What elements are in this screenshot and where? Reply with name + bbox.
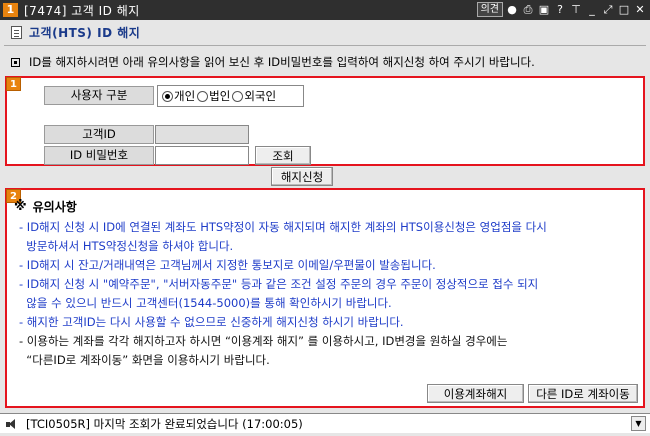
close-icon[interactable]: ✕ bbox=[633, 2, 647, 17]
password-field[interactable] bbox=[155, 146, 249, 165]
radio-foreigner-dot[interactable] bbox=[232, 90, 244, 102]
list-item: 않을 수 있으니 반드시 고객센터(1544-5000)를 통해 확인하시기 바… bbox=[19, 296, 392, 310]
radio-individual[interactable]: 개인 bbox=[162, 88, 195, 104]
radio-individual-label: 개인 bbox=[174, 89, 196, 103]
expand-icon[interactable]: ⤢ bbox=[601, 2, 615, 17]
record-icon[interactable]: ● bbox=[505, 2, 519, 17]
window-number-badge: 1 bbox=[3, 3, 18, 17]
status-bar: [TCI0505R] 마지막 조회가 완료되었습니다 (17:00:05) ▼ bbox=[0, 413, 650, 433]
monitor-icon[interactable]: ▣ bbox=[537, 2, 551, 17]
notes-list: - ID해지 신청 시 ID에 연결된 계좌도 HTS약정이 자동 해지되며 해… bbox=[19, 218, 639, 370]
section-1-badge: 1 bbox=[6, 77, 21, 91]
account-cancel-button[interactable]: 이용계좌해지 bbox=[427, 384, 524, 403]
window-controls: 의견 ● ⎙ ▣ ? ⊤ _ ⤢ □ ✕ bbox=[476, 2, 647, 17]
notes-heading: ※ 유의사항 bbox=[14, 198, 77, 215]
customer-id-label: 고객ID bbox=[44, 125, 154, 144]
list-item: “다른ID로 계좌이동” 화면을 이용하시기 바랍니다. bbox=[19, 353, 270, 367]
window-titlebar: 1 [7474] 고객 ID 해지 의견 ● ⎙ ▣ ? ⊤ _ ⤢ □ ✕ bbox=[0, 0, 650, 20]
radio-corporate-label: 법인 bbox=[209, 89, 231, 103]
apply-band: 해지신청 bbox=[5, 166, 645, 187]
list-item: - ID해지 시 잔고/거래내역은 고객님께서 지정한 통보지로 이메일/우편물… bbox=[19, 258, 436, 272]
minimize-icon[interactable]: _ bbox=[585, 2, 599, 17]
list-item: - ID해지 신청 시 "예약주문", "서버자동주문" 등과 같은 조건 설정… bbox=[19, 277, 539, 291]
page-header: 고객(HTS) ID 해지 bbox=[0, 20, 650, 44]
notes-title: 유의사항 bbox=[32, 200, 77, 214]
password-label: ID 비밀번호 bbox=[44, 146, 154, 165]
instruction-notice: ID를 해지하시려면 아래 유의사항을 읽어 보신 후 ID비밀번호를 입력하여… bbox=[0, 53, 650, 71]
reference-mark-icon: ※ bbox=[14, 199, 27, 214]
feedback-link[interactable]: 의견 bbox=[476, 2, 503, 17]
radio-corporate-dot[interactable] bbox=[197, 90, 209, 102]
help-icon[interactable]: ? bbox=[553, 2, 567, 17]
radio-corporate[interactable]: 법인 bbox=[197, 88, 230, 104]
list-item: - 해지한 고객ID는 다시 사용할 수 없으므로 신중하게 해지신청 하시기 … bbox=[19, 315, 404, 329]
status-dropdown-button[interactable]: ▼ bbox=[631, 416, 646, 431]
window-title: [7474] 고객 ID 해지 bbox=[24, 3, 140, 18]
list-item: - ID해지 신청 시 ID에 연결된 계좌도 HTS약정이 자동 해지되며 해… bbox=[19, 220, 547, 234]
list-item: 방문하셔서 HTS약정신청을 하셔야 합니다. bbox=[19, 239, 234, 253]
move-account-button[interactable]: 다른 ID로 계좌이동 bbox=[528, 384, 638, 403]
pin-icon[interactable]: ⊤ bbox=[569, 2, 583, 17]
instruction-text: ID를 해지하시려면 아래 유의사항을 읽어 보신 후 ID비밀번호를 입력하여… bbox=[29, 55, 535, 69]
input-section: 1 사용자 구분 개인 법인 외국인 고객ID ID 비밀번호 조회 bbox=[5, 76, 645, 166]
radio-foreigner-label: 외국인 bbox=[244, 89, 277, 103]
header-divider bbox=[4, 45, 646, 46]
bullet-square-icon bbox=[11, 57, 20, 67]
customer-id-field[interactable] bbox=[155, 125, 249, 144]
speaker-icon bbox=[6, 418, 20, 430]
user-type-radio-group: 개인 법인 외국인 bbox=[157, 85, 304, 107]
document-icon bbox=[11, 25, 22, 39]
print-icon[interactable]: ⎙ bbox=[521, 2, 535, 17]
notes-section: 2 ※ 유의사항 - ID해지 신청 시 ID에 연결된 계좌도 HTS약정이 … bbox=[5, 188, 645, 408]
apply-cancel-button[interactable]: 해지신청 bbox=[271, 167, 333, 186]
lookup-button[interactable]: 조회 bbox=[255, 146, 311, 165]
radio-individual-dot[interactable] bbox=[162, 90, 173, 102]
radio-foreigner[interactable]: 외국인 bbox=[232, 88, 276, 104]
maximize-icon[interactable]: □ bbox=[617, 2, 631, 17]
page-title: 고객(HTS) ID 해지 bbox=[29, 25, 141, 40]
list-item: - 이용하는 계좌를 각각 해지하고자 하시면 “이용계좌 해지” 를 이용하시… bbox=[19, 334, 508, 348]
status-message: [TCI0505R] 마지막 조회가 완료되었습니다 (17:00:05) bbox=[26, 416, 303, 431]
user-type-label: 사용자 구분 bbox=[44, 86, 154, 105]
